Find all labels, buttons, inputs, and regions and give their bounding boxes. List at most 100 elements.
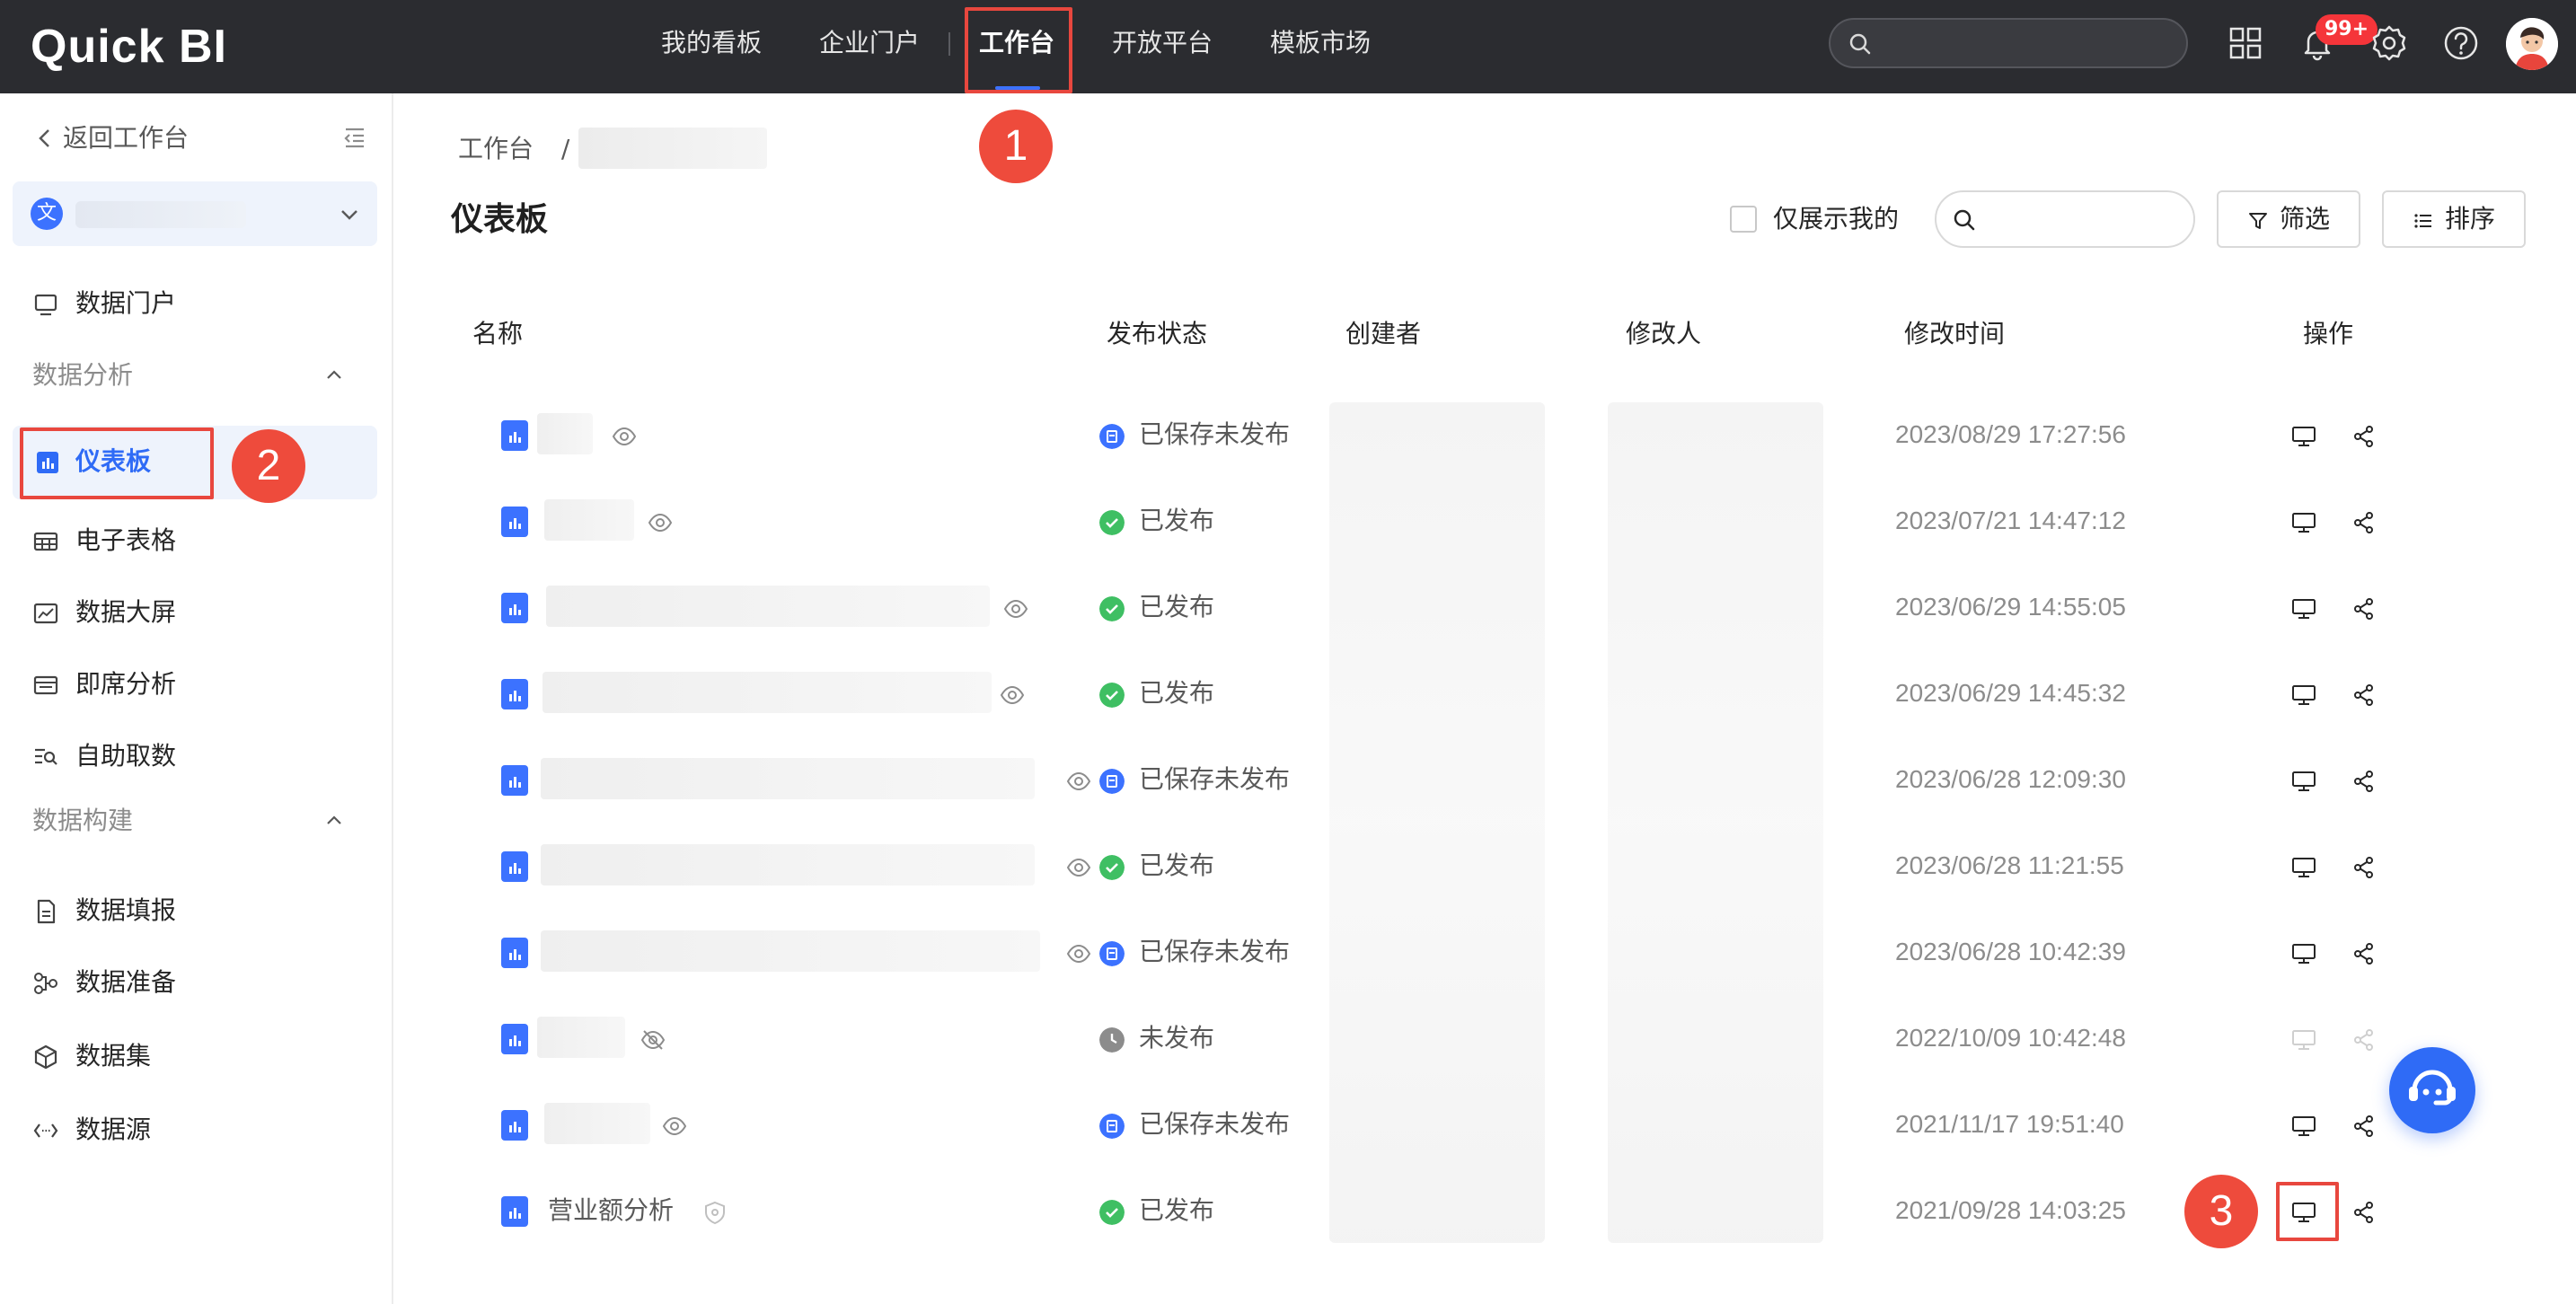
table-row[interactable]: 已发布 2023/06/29 14:45:32 [467, 652, 2497, 738]
share-icon[interactable] [2351, 769, 2377, 794]
share-icon[interactable] [2351, 1200, 2377, 1225]
eye-icon[interactable] [1065, 941, 1092, 966]
preview-monitor-icon[interactable] [2290, 941, 2317, 966]
breadcrumb-workbench[interactable]: 工作台 [458, 134, 534, 163]
table-row[interactable]: 已发布 2023/07/21 14:47:12 [467, 480, 2497, 566]
dashboard-name-redacted[interactable] [541, 844, 1035, 885]
only-mine-label[interactable]: 仅展示我的 [1773, 201, 1899, 237]
share-icon[interactable] [2351, 941, 2377, 966]
back-to-workbench-link[interactable]: 返回工作台 [36, 120, 189, 156]
sidebar: 返回工作台 文 数据门户 数据分析 仪表板 电子表格 数据大屏 即席分析 自助取… [0, 93, 393, 1304]
dashboard-name-redacted[interactable] [537, 413, 593, 454]
preview-monitor-icon[interactable] [2290, 769, 2317, 794]
eye-icon[interactable] [999, 683, 1026, 708]
table-row[interactable]: 已保存未发布 2023/08/29 17:27:56 [467, 393, 2497, 480]
share-icon[interactable] [2351, 683, 2377, 708]
table-row[interactable]: 已发布 2023/06/28 11:21:55 [467, 824, 2497, 911]
share-icon[interactable] [2351, 855, 2377, 880]
nav-open-platform[interactable]: 开放平台 [1112, 25, 1213, 61]
sidebar-group-analysis[interactable]: 数据分析 [32, 357, 133, 393]
preview-monitor-icon[interactable] [2290, 1114, 2317, 1139]
breadcrumb[interactable]: 工作台 / [458, 131, 569, 167]
eye-icon[interactable] [1002, 596, 1029, 621]
modified-time: 2023/06/29 14:55:05 [1895, 593, 2126, 621]
preview-monitor-icon[interactable] [2290, 683, 2317, 708]
dashboard-search-input[interactable] [1935, 190, 2195, 248]
status-saved-icon [1099, 769, 1125, 794]
sidebar-item-self-service[interactable]: 自助取数 [0, 724, 377, 789]
self-service-icon [35, 748, 57, 765]
chevron-up-icon[interactable] [323, 365, 345, 386]
sidebar-item-label: 自助取数 [75, 741, 177, 771]
publish-status: 已发布 [1139, 506, 1215, 535]
column-header-status: 发布状态 [1107, 319, 1208, 348]
eye-icon[interactable] [661, 1114, 688, 1139]
status-published-icon [1099, 596, 1125, 621]
global-search-input[interactable] [1829, 18, 2188, 68]
sidebar-group-build[interactable]: 数据构建 [32, 803, 133, 839]
sidebar-item-adhoc-analysis[interactable]: 即席分析 [0, 652, 377, 717]
sidebar-item-data-portal[interactable]: 数据门户 [0, 271, 377, 336]
preview-monitor-icon[interactable] [2290, 855, 2317, 880]
collapse-menu-icon[interactable] [343, 126, 366, 149]
annotation-box-preview [2276, 1182, 2339, 1241]
sidebar-item-datasource[interactable]: 数据源 [0, 1097, 377, 1162]
eye-icon[interactable] [1065, 769, 1092, 794]
top-bar: Quick BI 我的看板 企业门户 工作台 开放平台 模板市场 99+ [0, 0, 2576, 93]
sidebar-item-data-screen[interactable]: 数据大屏 [0, 580, 377, 645]
shield-icon [705, 1201, 725, 1225]
dashboard-name-redacted[interactable] [541, 930, 1040, 972]
sidebar-item-spreadsheet[interactable]: 电子表格 [0, 508, 377, 573]
apps-grid-icon[interactable] [2224, 22, 2267, 65]
eye-icon[interactable] [611, 424, 638, 449]
sidebar-item-dataset[interactable]: 数据集 [0, 1024, 377, 1088]
table-row[interactable]: 已发布 2023/06/29 14:55:05 [467, 566, 2497, 652]
filter-button[interactable]: 筛选 [2217, 190, 2360, 248]
chevron-up-icon[interactable] [323, 810, 345, 832]
table-row[interactable]: 已保存未发布 2023/06/28 10:42:39 [467, 911, 2497, 997]
eye-hidden-icon[interactable] [640, 1027, 666, 1053]
share-icon[interactable] [2351, 510, 2377, 535]
table-row[interactable]: 未发布 2022/10/09 10:42:48 [467, 997, 2497, 1083]
share-icon[interactable] [2351, 1114, 2377, 1139]
gear-icon[interactable] [2368, 22, 2411, 65]
nav-template-market[interactable]: 模板市场 [1270, 25, 1371, 61]
search-icon [1849, 33, 1871, 55]
status-saved-icon [1099, 941, 1125, 966]
eye-icon[interactable] [1065, 855, 1092, 880]
sidebar-item-label: 数据填报 [75, 895, 177, 925]
dashboard-name-redacted[interactable] [546, 586, 990, 627]
table-row[interactable]: 已保存未发布 2021/11/17 19:51:40 [467, 1083, 2497, 1169]
publish-status: 已保存未发布 [1139, 1109, 1291, 1139]
share-icon[interactable] [2351, 1027, 2377, 1053]
back-label: 返回工作台 [63, 123, 190, 153]
table-row[interactable]: 已保存未发布 2023/06/28 12:09:30 [467, 738, 2497, 824]
sidebar-item-data-form[interactable]: 数据填报 [0, 878, 377, 943]
share-icon[interactable] [2351, 424, 2377, 449]
app-logo[interactable]: Quick BI [31, 20, 227, 74]
preview-monitor-icon[interactable] [2290, 510, 2317, 535]
dashboard-file-icon [501, 1196, 528, 1227]
dashboard-name-redacted[interactable] [537, 1017, 625, 1058]
dashboard-name-redacted[interactable] [544, 1103, 650, 1144]
dashboard-name[interactable]: 营业额分析 [548, 1193, 674, 1229]
sort-button[interactable]: 排序 [2382, 190, 2526, 248]
column-header-modifier: 修改人 [1626, 319, 1702, 348]
preview-monitor-icon[interactable] [2290, 424, 2317, 449]
user-avatar[interactable] [2506, 18, 2558, 70]
share-icon[interactable] [2351, 596, 2377, 621]
dashboard-name-redacted[interactable] [543, 672, 992, 713]
nav-enterprise-portal[interactable]: 企业门户 [819, 25, 920, 61]
workspace-select[interactable]: 文 [13, 181, 377, 246]
sidebar-item-data-prep[interactable]: 数据准备 [0, 950, 377, 1015]
smart-assistant-button[interactable] [2389, 1047, 2475, 1133]
dashboard-name-redacted[interactable] [544, 499, 634, 541]
nav-my-dashboards[interactable]: 我的看板 [661, 25, 762, 61]
dashboard-name-redacted[interactable] [541, 758, 1035, 799]
preview-monitor-icon[interactable] [2290, 1027, 2317, 1053]
preview-monitor-icon[interactable] [2290, 596, 2317, 621]
only-mine-checkbox[interactable] [1730, 206, 1757, 233]
eye-icon[interactable] [647, 510, 674, 535]
help-icon[interactable] [2439, 22, 2483, 65]
publish-status: 未发布 [1139, 1023, 1215, 1053]
